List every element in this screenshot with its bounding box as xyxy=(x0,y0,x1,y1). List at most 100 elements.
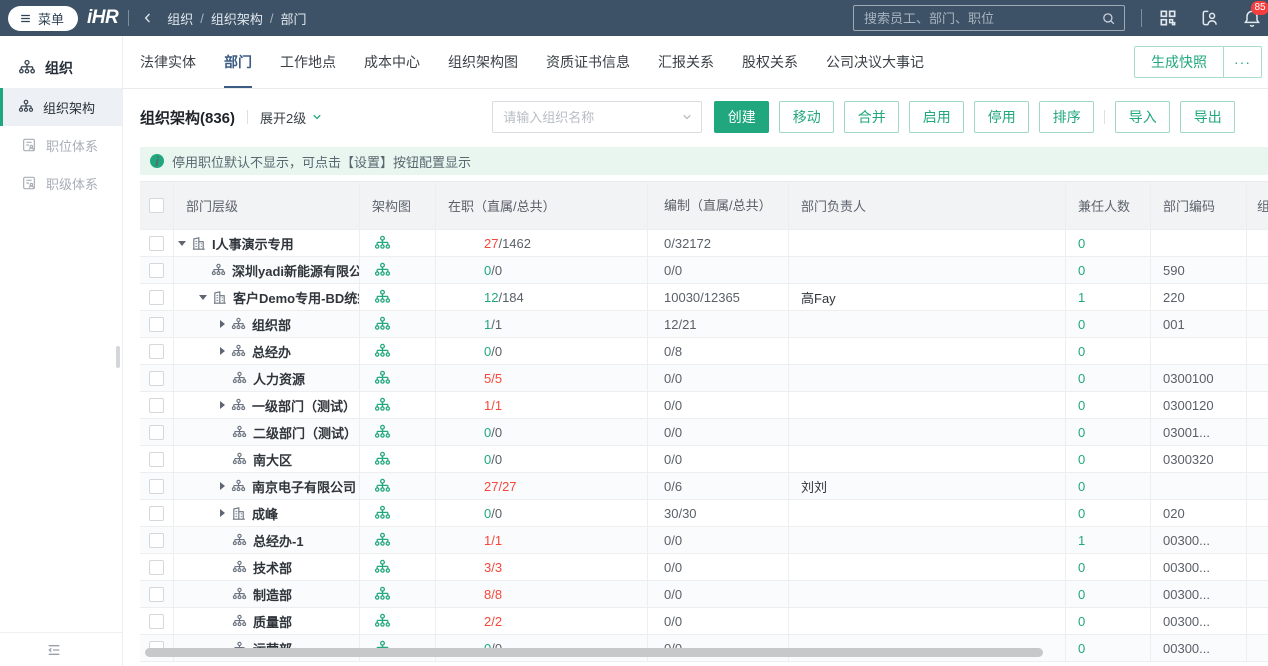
table-row[interactable]: 南京电子有限公司 27/27 0/6 刘刘 0 xyxy=(140,473,1268,500)
row-checkbox[interactable] xyxy=(149,289,164,305)
view-org-chart-icon[interactable] xyxy=(374,478,391,495)
table-row[interactable]: 成峰 0/0 30/30 0 020 xyxy=(140,500,1268,527)
view-org-chart-icon[interactable] xyxy=(374,235,391,252)
header-department-level: 部门层级 xyxy=(174,182,360,229)
org-name-search[interactable] xyxy=(492,101,703,133)
view-org-chart-icon[interactable] xyxy=(374,397,391,414)
sidebar-scroll-handle[interactable] xyxy=(116,346,120,368)
tab-reporting-lines[interactable]: 汇报关系 xyxy=(658,36,714,88)
tab-cost-center[interactable]: 成本中心 xyxy=(364,36,420,88)
breadcrumb-org-structure[interactable]: 组织架构 xyxy=(211,9,263,28)
row-checkbox[interactable] xyxy=(149,316,164,332)
more-options-button[interactable]: ··· xyxy=(1224,46,1262,78)
contacts-icon[interactable] xyxy=(1200,8,1220,28)
back-button[interactable] xyxy=(141,11,155,25)
table-row[interactable]: 技术部 3/3 0/0 0 00300... xyxy=(140,554,1268,581)
breadcrumb-department[interactable]: 部门 xyxy=(281,9,307,28)
view-org-chart-icon[interactable] xyxy=(374,424,391,441)
row-checkbox[interactable] xyxy=(149,586,164,602)
view-org-chart-icon[interactable] xyxy=(374,343,391,360)
tab-org-chart[interactable]: 组织架构图 xyxy=(448,36,518,88)
global-search-input[interactable] xyxy=(864,10,1101,26)
table-row[interactable]: 质量部 2/2 0/0 0 00300... xyxy=(140,608,1268,635)
sidebar-footer xyxy=(0,632,122,666)
table-row[interactable]: 组织部 1/1 12/21 0 001 xyxy=(140,311,1268,338)
create-button[interactable]: 创建 xyxy=(714,101,770,133)
horizontal-scrollbar[interactable] xyxy=(145,648,1043,657)
expand-arrow[interactable] xyxy=(178,240,186,246)
tab-work-location[interactable]: 工作地点 xyxy=(280,36,336,88)
row-checkbox[interactable] xyxy=(149,505,164,521)
breadcrumb-org[interactable]: 组织 xyxy=(167,9,193,28)
tab-department[interactable]: 部门 xyxy=(224,36,252,88)
sort-button[interactable]: 排序 xyxy=(1039,101,1095,133)
move-button[interactable]: 移动 xyxy=(779,101,835,133)
onduty-rest: /1 xyxy=(491,316,503,332)
view-org-chart-icon[interactable] xyxy=(374,532,391,549)
row-checkbox[interactable] xyxy=(149,559,164,575)
row-checkbox[interactable] xyxy=(149,262,164,278)
view-org-chart-icon[interactable] xyxy=(374,586,391,603)
row-checkbox[interactable] xyxy=(149,370,164,386)
table-row[interactable]: I人事演示专用 27/1462 0/32172 0 xyxy=(140,230,1268,257)
row-checkbox[interactable] xyxy=(149,424,164,440)
disable-button[interactable]: 停用 xyxy=(974,101,1030,133)
row-checkbox[interactable] xyxy=(149,613,164,629)
notification-badge: 85 xyxy=(1251,1,1268,15)
view-org-chart-icon[interactable] xyxy=(374,505,391,522)
export-button[interactable]: 导出 xyxy=(1180,101,1236,133)
expand-arrow[interactable] xyxy=(220,482,225,490)
view-org-chart-icon[interactable] xyxy=(374,559,391,576)
view-org-chart-icon[interactable] xyxy=(374,451,391,468)
merge-button[interactable]: 合并 xyxy=(844,101,900,133)
row-checkbox[interactable] xyxy=(149,343,164,359)
expand-arrow[interactable] xyxy=(220,509,225,517)
sidebar-item-grade-system[interactable]: 职级体系 xyxy=(0,164,122,202)
table-row[interactable]: 二级部门（测试） 0/0 0/0 0 03001... xyxy=(140,419,1268,446)
leader xyxy=(789,311,1066,337)
view-org-chart-icon[interactable] xyxy=(374,316,391,333)
enable-button[interactable]: 启用 xyxy=(909,101,965,133)
row-checkbox[interactable] xyxy=(149,532,164,548)
qr-code-icon[interactable] xyxy=(1158,8,1178,28)
onduty-first: 0 xyxy=(484,505,492,521)
table-row[interactable]: 南大区 0/0 0/0 0 0300320 xyxy=(140,446,1268,473)
view-org-chart-icon[interactable] xyxy=(374,613,391,630)
tab-equity-relations[interactable]: 股权关系 xyxy=(742,36,798,88)
sidebar-item-position-system[interactable]: 职位体系 xyxy=(0,126,122,164)
row-checkbox[interactable] xyxy=(149,478,164,494)
org-chart-icon xyxy=(18,59,36,77)
table-row[interactable]: 深圳yadi新能源有限公司 0/0 0/0 0 590 xyxy=(140,257,1268,284)
sidebar-item-org-structure[interactable]: 组织架构 xyxy=(0,88,122,126)
table-row[interactable]: 客户Demo专用-BD统筹 12/184 10030/12365 高Fay 1 … xyxy=(140,284,1268,311)
row-checkbox[interactable] xyxy=(149,451,164,467)
select-all-checkbox[interactable] xyxy=(149,198,164,213)
view-org-chart-icon[interactable] xyxy=(374,370,391,387)
tab-company-resolutions[interactable]: 公司决议大事记 xyxy=(826,36,924,88)
tab-certificates[interactable]: 资质证书信息 xyxy=(546,36,630,88)
table-row[interactable]: 总经办 0/0 0/8 0 xyxy=(140,338,1268,365)
expand-levels-dropdown[interactable]: 展开2级 xyxy=(260,108,323,127)
table-row[interactable]: 制造部 8/8 0/0 0 00300... xyxy=(140,581,1268,608)
tab-legal-entity[interactable]: 法律实体 xyxy=(140,36,196,88)
row-checkbox[interactable] xyxy=(149,397,164,413)
generate-snapshot-button[interactable]: 生成快照 xyxy=(1134,46,1224,78)
menu-button[interactable]: 菜单 xyxy=(8,5,79,31)
view-org-chart-icon[interactable] xyxy=(374,289,391,306)
notifications-bell-icon[interactable]: 85 xyxy=(1242,1,1268,28)
view-org-chart-icon[interactable] xyxy=(374,262,391,279)
global-search[interactable] xyxy=(853,5,1125,31)
expand-arrow[interactable] xyxy=(199,294,207,300)
expand-arrow[interactable] xyxy=(220,347,225,355)
collapse-sidebar-icon[interactable] xyxy=(46,642,62,658)
org-name-input[interactable] xyxy=(503,109,682,125)
header-leader: 部门负责人 xyxy=(789,182,1066,229)
row-checkbox[interactable] xyxy=(149,235,164,251)
table-row[interactable]: 总经办-1 1/1 0/0 1 00300... xyxy=(140,527,1268,554)
leader xyxy=(789,500,1066,526)
table-row[interactable]: 一级部门（测试） 1/1 0/0 0 0300120 xyxy=(140,392,1268,419)
table-row[interactable]: 人力资源 5/5 0/0 0 0300100 xyxy=(140,365,1268,392)
expand-arrow[interactable] xyxy=(220,320,225,328)
expand-arrow[interactable] xyxy=(220,401,225,409)
import-button[interactable]: 导入 xyxy=(1115,101,1171,133)
